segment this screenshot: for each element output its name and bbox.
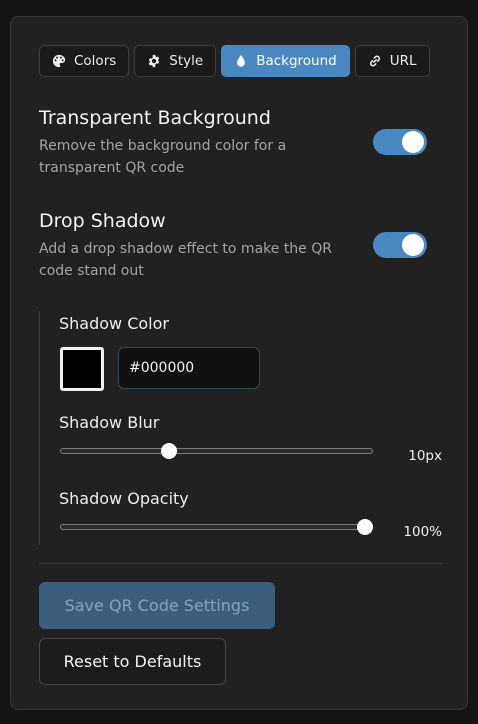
- slider-track: [60, 524, 373, 530]
- tab-colors[interactable]: Colors: [39, 45, 130, 77]
- transparent-background-title: Transparent Background: [39, 107, 271, 129]
- toggle-knob: [402, 131, 424, 153]
- tab-colors-label: Colors: [74, 53, 117, 69]
- drop-shadow-toggle[interactable]: [373, 232, 427, 258]
- toggle-knob: [402, 234, 424, 256]
- drop-shadow-title: Drop Shadow: [39, 210, 166, 232]
- palette-icon: [52, 54, 66, 68]
- shadow-blur-label: Shadow Blur: [59, 413, 160, 432]
- slider-thumb[interactable]: [357, 519, 373, 535]
- droplet-icon: [237, 55, 246, 67]
- reset-defaults-button[interactable]: Reset to Defaults: [39, 638, 226, 685]
- slider-track: [60, 448, 373, 454]
- tab-url-label: URL: [389, 53, 417, 69]
- shadow-blur-value: 10px: [408, 448, 442, 464]
- section-divider: [39, 563, 442, 564]
- shadow-options: Shadow Color Shadow Blur 10px Shadow Opa…: [39, 311, 442, 545]
- link-icon: [369, 55, 380, 67]
- shadow-blur-slider[interactable]: [60, 442, 373, 460]
- transparent-background-description: Remove the background color for a transp…: [39, 138, 287, 176]
- drop-shadow-description: Add a drop shadow effect to make the QR …: [39, 241, 332, 279]
- shadow-opacity-label: Shadow Opacity: [59, 489, 189, 508]
- tab-background-label: Background: [256, 53, 337, 69]
- shadow-color-label: Shadow Color: [59, 314, 169, 333]
- shadow-opacity-value: 100%: [403, 524, 442, 540]
- shadow-color-input[interactable]: [118, 347, 260, 389]
- tab-url[interactable]: URL: [354, 45, 430, 77]
- save-settings-button[interactable]: Save QR Code Settings: [39, 582, 275, 629]
- tab-background[interactable]: Background: [221, 45, 350, 77]
- shadow-color-swatch[interactable]: [60, 347, 104, 391]
- qr-settings-panel: Colors Style Background URL Transparent …: [10, 16, 468, 710]
- gear-icon: [149, 54, 160, 68]
- tab-style-label: Style: [169, 53, 204, 69]
- tab-style[interactable]: Style: [134, 45, 217, 77]
- settings-tabs: Colors Style Background URL: [39, 45, 430, 77]
- shadow-opacity-slider[interactable]: [60, 518, 373, 536]
- slider-thumb[interactable]: [160, 443, 177, 459]
- transparent-background-toggle[interactable]: [373, 129, 427, 155]
